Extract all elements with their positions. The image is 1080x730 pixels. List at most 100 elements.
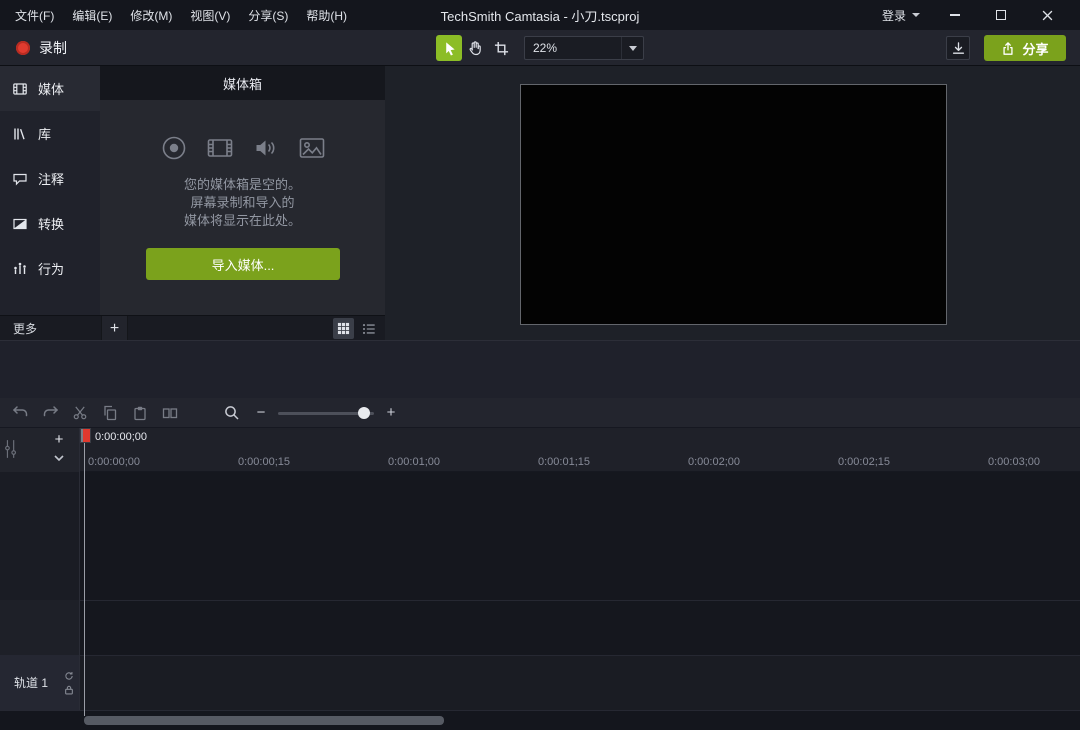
more-button[interactable]: 更多 — [0, 320, 37, 337]
scrollbar-thumb[interactable] — [84, 716, 444, 725]
menu-view[interactable]: 视图(V) — [181, 0, 239, 30]
cut-button[interactable] — [68, 401, 92, 425]
grid-view-icon — [337, 322, 350, 335]
playhead[interactable] — [81, 429, 90, 442]
login-label: 登录 — [882, 7, 906, 24]
zoom-slider-thumb[interactable] — [358, 407, 370, 419]
redo-button[interactable] — [38, 401, 62, 425]
record-button[interactable]: 录制 — [10, 30, 73, 66]
sidebar-item-label: 库 — [38, 124, 51, 143]
copy-button[interactable] — [98, 401, 122, 425]
zoom-fit-button[interactable] — [220, 401, 244, 425]
maximize-button[interactable] — [978, 0, 1024, 30]
download-button[interactable] — [946, 36, 970, 60]
hand-icon — [467, 40, 483, 56]
ruler-tick-label: 0:00:00;15 — [238, 456, 290, 468]
redo-icon — [42, 405, 59, 420]
image-icon — [298, 134, 326, 162]
import-media-button[interactable]: 导入媒体... — [146, 248, 340, 280]
add-track-button[interactable]: + — [50, 430, 68, 448]
main-toolbar: 录制 22% 分享 — [0, 30, 1080, 66]
track-header-column: + 轨道 1 — [0, 428, 80, 710]
ruler-tick-label: 0:00:02;00 — [688, 456, 740, 468]
empty-text-line: 您的媒体箱是空的。 — [100, 176, 385, 194]
paste-icon — [132, 405, 148, 421]
paste-button[interactable] — [128, 401, 152, 425]
canvas-area — [385, 66, 1080, 340]
list-view-button[interactable] — [358, 318, 379, 339]
media-icon — [12, 81, 28, 97]
timeline-zoom-slider[interactable] — [278, 407, 374, 419]
sidebar-item-library[interactable]: 库 — [0, 111, 100, 156]
media-bin-title: 媒体箱 — [223, 74, 262, 93]
close-icon — [1042, 10, 1053, 21]
share-button[interactable]: 分享 — [984, 35, 1066, 61]
camtasia-window: 文件(F) 编辑(E) 修改(M) 视图(V) 分享(S) 帮助(H) Tech… — [0, 0, 1080, 730]
chevron-down-icon — [53, 454, 65, 462]
timeline: 0:00:00;00 0:00:00;15 0:00:01;00 0:00:01… — [0, 428, 1080, 730]
canvas-tools — [436, 35, 514, 61]
sidebar-item-label: 转换 — [38, 214, 64, 233]
scissors-icon — [72, 405, 88, 420]
sidebar-item-media[interactable]: 媒体 — [0, 66, 100, 111]
zoom-out-button[interactable]: − — [254, 404, 268, 421]
timeline-scrollbar[interactable] — [84, 716, 1076, 726]
magnifier-icon — [224, 405, 240, 421]
canvas-zoom-select[interactable]: 22% — [524, 36, 644, 60]
grid-view-button[interactable] — [333, 318, 354, 339]
track-1-lane[interactable] — [80, 655, 1080, 710]
list-view-icon — [362, 322, 376, 336]
copy-icon — [102, 405, 118, 421]
sidebar-item-transitions[interactable]: 转换 — [0, 201, 100, 246]
record-icon — [16, 41, 30, 55]
ruler-tick-label: 0:00:01;15 — [538, 456, 590, 468]
share-icon — [1001, 41, 1015, 56]
collapse-tracks-button[interactable] — [50, 450, 68, 466]
transition-icon — [12, 216, 28, 232]
view-toggle — [333, 318, 379, 339]
sidebar-item-behaviors[interactable]: 行为 — [0, 246, 100, 291]
track-separator — [0, 600, 1080, 601]
audio-icon — [252, 134, 280, 162]
add-tab-button[interactable]: + — [101, 316, 128, 341]
split-icon — [162, 405, 178, 421]
track-header-1[interactable]: 轨道 1 — [0, 655, 79, 710]
mixer-icon — [3, 437, 19, 461]
track-lock-icon[interactable] — [64, 685, 74, 695]
split-button[interactable] — [158, 401, 182, 425]
sidebar-item-label: 行为 — [38, 259, 64, 278]
ruler-tick-label: 0:00:01;00 — [388, 456, 440, 468]
track-loop-icon[interactable] — [64, 671, 74, 681]
timeline-tracks-area[interactable] — [80, 472, 1080, 655]
sidebar-item-annotations[interactable]: 注释 — [0, 156, 100, 201]
zoom-in-button[interactable]: + — [384, 404, 398, 421]
menu-share[interactable]: 分享(S) — [239, 0, 297, 30]
crop-tool-button[interactable] — [488, 35, 514, 61]
track-options-icon[interactable] — [3, 437, 19, 466]
menu-edit[interactable]: 编辑(E) — [63, 0, 121, 30]
sidebar-item-label: 媒体 — [38, 79, 64, 98]
empty-text-line: 屏幕录制和导入的 — [100, 194, 385, 212]
menu-help[interactable]: 帮助(H) — [297, 0, 356, 30]
canvas-zoom-value: 22% — [525, 41, 621, 55]
close-button[interactable] — [1024, 0, 1070, 30]
annotation-icon — [12, 171, 28, 187]
window-title: TechSmith Camtasia - 小刀.tscproj — [441, 6, 640, 25]
pan-tool-button[interactable] — [462, 35, 488, 61]
minimize-button[interactable] — [932, 0, 978, 30]
record-label: 录制 — [39, 38, 67, 58]
media-bin-empty-icons — [100, 100, 385, 162]
preview-stage[interactable] — [520, 84, 947, 325]
menu-modify[interactable]: 修改(M) — [121, 0, 181, 30]
media-bin-header: 媒体箱 — [100, 66, 385, 100]
undo-button[interactable] — [8, 401, 32, 425]
menu-bar: 文件(F) 编辑(E) 修改(M) 视图(V) 分享(S) 帮助(H) — [0, 0, 356, 30]
playback-bar: 00:00 / 00:00 30 fps 属性 — [0, 340, 1080, 398]
select-tool-button[interactable] — [436, 35, 462, 61]
login-button[interactable]: 登录 — [870, 0, 932, 30]
maximize-icon — [996, 10, 1006, 20]
library-icon — [12, 126, 28, 142]
panel-footer: 更多 + — [0, 315, 385, 340]
menu-file[interactable]: 文件(F) — [6, 0, 63, 30]
timeline-toolbar: − + — [0, 398, 1080, 428]
